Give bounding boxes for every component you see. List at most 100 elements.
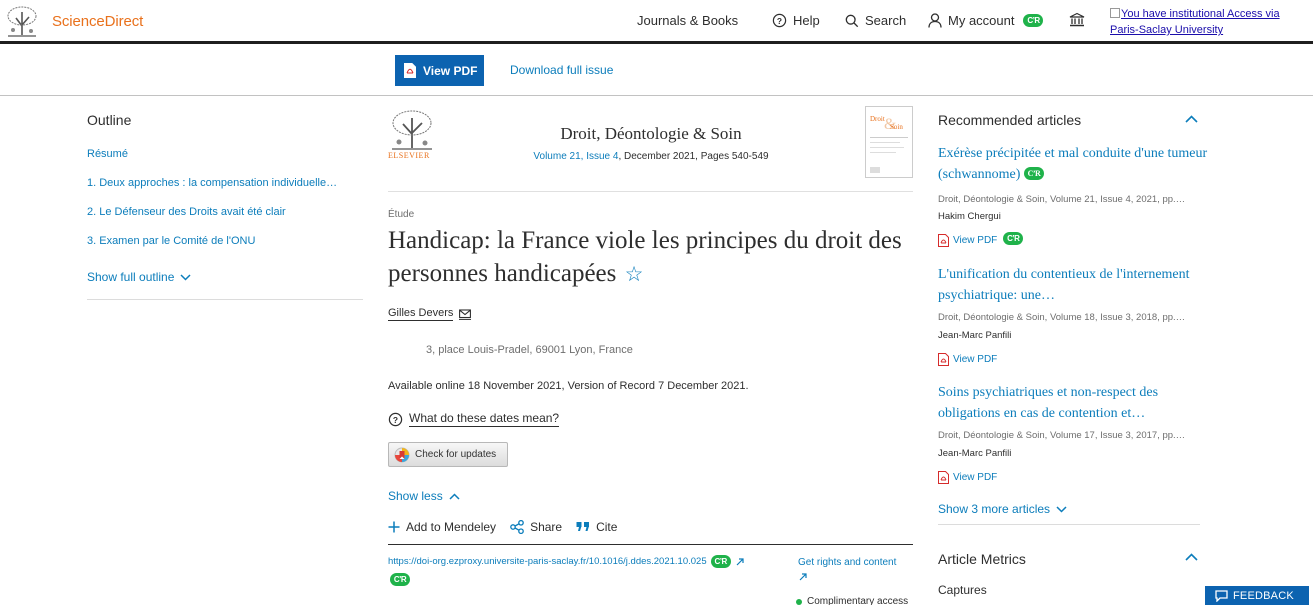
pdf-icon xyxy=(938,471,949,484)
account-label: My account xyxy=(948,13,1015,28)
show-full-outline-label: Show full outline xyxy=(87,270,175,284)
check-for-updates-button[interactable]: Check for updates xyxy=(388,442,508,467)
collapse-chevron-up-icon[interactable] xyxy=(1185,553,1198,561)
svg-text:?: ? xyxy=(393,414,398,424)
pdf-icon xyxy=(404,63,416,78)
recommended-article-author: Jean-Marc Panfili xyxy=(938,330,1012,341)
add-to-mendeley-button[interactable]: Add to Mendeley xyxy=(388,520,496,534)
get-rights-link[interactable]: Get rights and content xyxy=(798,554,913,588)
journals-books-link[interactable]: Journals & Books xyxy=(637,13,738,28)
outline-item[interactable]: 1. Deux approches : la compensation indi… xyxy=(87,177,367,189)
dates-help-link[interactable]: ? What do these dates mean? xyxy=(388,411,560,427)
mendeley-label: Add to Mendeley xyxy=(406,520,497,534)
author-line: Gilles Devers xyxy=(388,307,472,321)
recommended-heading: Recommended articles xyxy=(938,112,1082,128)
recommended-article-author: Jean-Marc Panfili xyxy=(938,448,1012,459)
chat-bubble-icon xyxy=(1215,589,1228,602)
actions-divider xyxy=(388,544,913,545)
volume-issue-link[interactable]: Volume 21, Issue 4 xyxy=(533,151,618,162)
show-more-label: Show 3 more articles xyxy=(938,502,1051,516)
cr-badge: C’R xyxy=(710,555,731,568)
collapse-chevron-up-icon[interactable] xyxy=(1185,115,1198,123)
author-affiliation: 3, place Louis-Pradel, 69001 Lyon, Franc… xyxy=(426,344,633,356)
quote-icon xyxy=(576,522,590,531)
doi-link[interactable]: https://doi-org.ezproxy.universite-paris… xyxy=(388,555,745,568)
external-link-icon xyxy=(736,557,744,565)
share-button[interactable]: Share xyxy=(510,520,562,534)
journal-issue-info: Volume 21, Issue 4, December 2021, Pages… xyxy=(470,151,832,162)
institution-link[interactable] xyxy=(1069,12,1085,28)
cr-badge: C’R xyxy=(1003,232,1024,245)
user-icon xyxy=(928,13,942,28)
recommended-article-meta: Droit, Déontologie & Soin, Volume 17, Is… xyxy=(938,430,1186,441)
chevron-down-icon xyxy=(1056,505,1067,513)
view-pdf-button[interactable]: View PDF xyxy=(395,55,484,86)
outline-divider xyxy=(87,299,363,300)
institutional-access-link[interactable]: You have institutional Access via Paris-… xyxy=(1110,6,1300,38)
share-icon xyxy=(510,520,524,534)
show-more-articles-link[interactable]: Show 3 more articles xyxy=(938,502,1067,516)
article-title: Handicap: la France viole les principes … xyxy=(388,224,908,291)
recommended-view-pdf-link[interactable]: View PDF C’R xyxy=(938,232,1024,247)
view-pdf-label: View PDF xyxy=(953,235,998,246)
recommended-article-title[interactable]: Exérèse précipitée et mal conduite d'une… xyxy=(938,143,1208,185)
access-dot-icon xyxy=(796,598,802,605)
article-metrics-heading: Article Metrics xyxy=(938,551,1026,567)
institutional-access-text: You have institutional Access via Paris-… xyxy=(1110,8,1280,36)
institution-icon xyxy=(1069,12,1085,27)
outline-item[interactable]: 2. Le Défenseur des Droits avait été cla… xyxy=(87,206,367,218)
show-less-link[interactable]: Show less xyxy=(388,489,460,503)
recommended-view-pdf-link[interactable]: View PDF xyxy=(938,353,997,366)
journal-cover[interactable]: Droit & Soin xyxy=(865,106,913,178)
help-icon: ? xyxy=(772,13,787,28)
elsevier-tree-logo[interactable] xyxy=(4,4,40,38)
show-less-label: Show less xyxy=(388,489,443,503)
brand-link[interactable]: ScienceDirect xyxy=(52,13,143,30)
outline-item[interactable]: Résumé xyxy=(87,148,367,160)
search-icon xyxy=(845,14,859,27)
chevron-up-icon xyxy=(449,492,460,500)
top-header: ScienceDirect Journals & Books ? Help Se… xyxy=(0,0,1313,44)
help-circle-icon: ? xyxy=(388,412,403,426)
broken-image-icon xyxy=(1110,8,1120,18)
article-title-text: Handicap: la France viole les principes … xyxy=(388,227,902,287)
captures-label: Captures xyxy=(938,583,987,597)
pdf-icon xyxy=(938,353,949,366)
show-full-outline-link[interactable]: Show full outline xyxy=(87,270,191,284)
my-account-link[interactable]: My account C’R xyxy=(928,13,1044,28)
pdf-icon xyxy=(938,234,949,247)
access-indicator: Complimentary access xyxy=(796,596,908,605)
journal-title[interactable]: Droit, Déontologie & Soin xyxy=(470,124,832,144)
dates-help-label: What do these dates mean? xyxy=(409,411,560,427)
recommended-article-title[interactable]: L'unification du contentieux de l'intern… xyxy=(938,264,1208,306)
svg-text:Droit: Droit xyxy=(870,115,885,123)
journal-divider xyxy=(388,191,913,192)
journals-label: Journals & Books xyxy=(637,13,739,28)
external-link-icon xyxy=(799,573,807,581)
outline-heading: Outline xyxy=(87,112,132,128)
cite-label: Cite xyxy=(596,520,618,534)
recommended-article-author: Hakim Chergui xyxy=(938,211,1001,222)
cite-button[interactable]: Cite xyxy=(576,520,617,534)
svg-text:?: ? xyxy=(777,16,782,26)
article-type: Étude xyxy=(388,209,415,220)
feedback-label: FEEDBACK xyxy=(1233,589,1294,602)
rights-label: Get rights and content xyxy=(798,557,897,568)
cr-badge: C’R xyxy=(390,573,410,586)
plus-icon xyxy=(388,521,400,533)
access-label: Complimentary access xyxy=(807,596,909,605)
check-updates-label: Check for updates xyxy=(415,449,497,460)
download-full-issue-link[interactable]: Download full issue xyxy=(510,63,613,77)
recommended-view-pdf-link[interactable]: View PDF xyxy=(938,471,997,484)
view-pdf-label: View PDF xyxy=(423,63,478,78)
share-label: Share xyxy=(530,520,563,534)
envelope-icon[interactable] xyxy=(459,308,472,320)
article-actions: Add to Mendeley Share Cite xyxy=(388,520,631,534)
search-link[interactable]: Search xyxy=(845,13,906,28)
feedback-button[interactable]: FEEDBACK xyxy=(1205,586,1309,605)
outline-item[interactable]: 3. Examen par le Comité de l'ONU xyxy=(87,235,367,247)
author-name-link[interactable]: Gilles Devers xyxy=(388,307,454,321)
recommended-article-title[interactable]: Soins psychiatriques et non-respect des … xyxy=(938,382,1208,424)
help-link[interactable]: ? Help xyxy=(772,13,820,28)
star-icon[interactable]: ☆ xyxy=(625,262,644,286)
